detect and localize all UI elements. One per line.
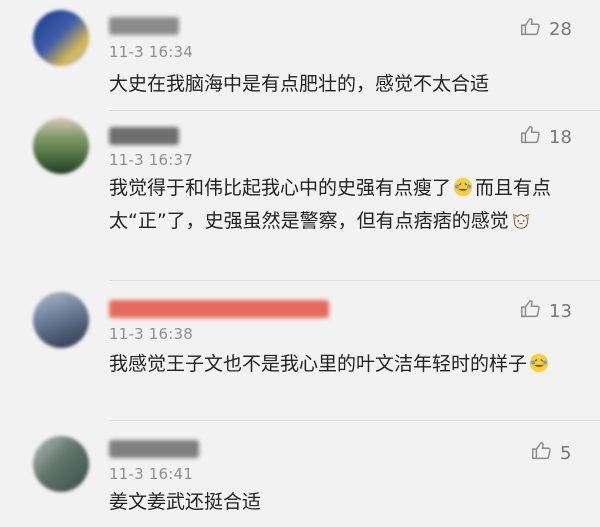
- thumbs-up-icon: [519, 16, 541, 43]
- username-blurred[interactable]: [109, 17, 179, 35]
- like-count: 5: [560, 443, 572, 464]
- like-button[interactable]: 13: [519, 298, 572, 325]
- like-count: 13: [549, 301, 572, 322]
- comment-text: 大史在我脑海中是有点肥壮的，感觉不太合适: [109, 73, 490, 95]
- like-button[interactable]: 18: [519, 124, 572, 151]
- laugh-cry-emoji: [528, 352, 550, 374]
- comment-item: 11-3 16:38 13 我感觉王子文也不是我心里的叶文洁年轻时的样子: [0, 280, 600, 420]
- comment-timestamp: 11-3 16:38: [109, 325, 194, 343]
- avatar[interactable]: [33, 292, 89, 348]
- comment-text-part: 我感觉王子文也不是我心里的叶文洁年轻时的样子: [109, 353, 528, 375]
- like-button[interactable]: 28: [519, 16, 572, 43]
- like-count: 18: [549, 127, 572, 148]
- laugh-cry-emoji: [452, 176, 474, 198]
- like-button[interactable]: 5: [530, 440, 571, 467]
- avatar[interactable]: [33, 436, 89, 492]
- username-blurred[interactable]: [109, 127, 179, 145]
- cat-emoji: [510, 209, 532, 231]
- comment-text: 我感觉王子文也不是我心里的叶文洁年轻时的样子: [109, 348, 559, 381]
- comment-text: 我觉得于和伟比起我心中的史强有点瘦了 而且有点太“正”了，史强虽然是警察，但有点…: [109, 172, 559, 238]
- comment-timestamp: 11-3 16:37: [109, 151, 194, 169]
- like-count: 28: [549, 19, 572, 40]
- avatar[interactable]: [33, 10, 89, 66]
- thumbs-up-icon: [530, 440, 552, 467]
- comment-text-part: 我觉得于和伟比起我心中的史强有点瘦了: [109, 177, 452, 199]
- thumbs-up-icon: [519, 124, 541, 151]
- comment-text: 姜文姜武还挺合适: [109, 491, 262, 513]
- comment-item: 11-3 16:37 18 我觉得于和伟比起我心中的史强有点瘦了 而且有点太“正…: [0, 110, 600, 280]
- comment-timestamp: 11-3 16:41: [109, 465, 194, 483]
- comment-timestamp: 11-3 16:34: [109, 43, 194, 61]
- comment-item: 11-3 16:41 5 姜文姜武还挺合适: [0, 420, 600, 527]
- comment-item: 11-3 16:34 28 大史在我脑海中是有点肥壮的，感觉不太合适: [0, 0, 600, 110]
- username-blurred[interactable]: [109, 440, 199, 458]
- avatar[interactable]: [33, 118, 89, 174]
- thumbs-up-icon: [519, 298, 541, 325]
- username-blurred[interactable]: [109, 300, 329, 318]
